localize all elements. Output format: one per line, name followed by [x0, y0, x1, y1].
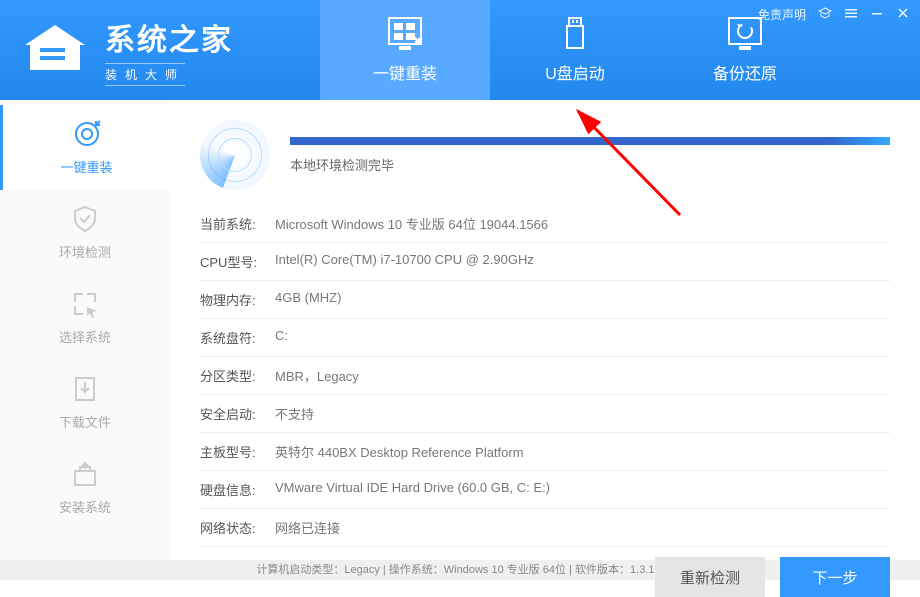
info-row: 物理内存:4GB (MHZ) — [200, 281, 890, 319]
install-icon — [70, 459, 100, 489]
body: 一键重装 环境检测 选择系统 下载文件 安装系统 本地环境检测完毕 当前 — [0, 100, 920, 560]
window-controls: 免责声明 — [758, 6, 910, 23]
shield-check-icon — [70, 204, 100, 234]
menu-icon[interactable] — [844, 6, 858, 23]
info-value: 网络已连接 — [275, 518, 890, 537]
info-row: 安全启动:不支持 — [200, 395, 890, 433]
sidebar-item-reinstall[interactable]: 一键重装 — [0, 105, 170, 190]
info-value: C: — [275, 328, 890, 347]
sidebar-item-label: 选择系统 — [59, 327, 111, 346]
tab-label: U盘启动 — [545, 60, 605, 84]
info-label: 系统盘符: — [200, 328, 275, 347]
info-value: 不支持 — [275, 404, 890, 423]
logo-subtitle: 装机大师 — [105, 63, 185, 86]
info-label: 物理内存: — [200, 290, 275, 309]
windows-reinstall-icon — [385, 16, 425, 52]
sidebar-item-label: 安装系统 — [59, 497, 111, 516]
header: 系统之家 装机大师 一键重装 U盘启动 — [0, 0, 920, 100]
select-square-icon — [70, 289, 100, 319]
logo-title: 系统之家 — [105, 15, 233, 59]
app-logo-icon — [20, 20, 90, 80]
info-label: 硬盘信息: — [200, 480, 275, 499]
target-icon — [72, 119, 102, 149]
progress-bar — [290, 137, 890, 145]
system-info-list: 当前系统:Microsoft Windows 10 专业版 64位 19044.… — [200, 205, 890, 547]
info-row: 分区类型:MBR，Legacy — [200, 357, 890, 395]
info-label: 当前系统: — [200, 214, 275, 233]
tab-label: 一键重装 — [373, 60, 437, 84]
disclaimer-link[interactable]: 免责声明 — [758, 6, 806, 23]
info-label: 网络状态: — [200, 518, 275, 537]
minimize-button[interactable] — [870, 6, 884, 23]
progress-status: 本地环境检测完毕 — [290, 155, 890, 174]
download-icon — [70, 374, 100, 404]
sidebar-item-install[interactable]: 安装系统 — [0, 445, 170, 530]
sidebar-item-label: 一键重装 — [60, 157, 112, 176]
info-row: 网络状态:网络已连接 — [200, 509, 890, 547]
info-value: 英特尔 440BX Desktop Reference Platform — [275, 442, 890, 461]
info-value: MBR，Legacy — [275, 366, 890, 385]
info-label: CPU型号: — [200, 252, 275, 271]
sidebar-item-env-check[interactable]: 环境检测 — [0, 190, 170, 275]
info-row: 硬盘信息:VMware Virtual IDE Hard Drive (60.0… — [200, 471, 890, 509]
info-row: 主板型号:英特尔 440BX Desktop Reference Platfor… — [200, 433, 890, 471]
next-button[interactable]: 下一步 — [780, 557, 890, 597]
info-value: Microsoft Windows 10 专业版 64位 19044.1566 — [275, 214, 890, 233]
usb-boot-icon — [555, 16, 595, 52]
tab-usb-boot[interactable]: U盘启动 — [490, 0, 660, 100]
tab-reinstall[interactable]: 一键重装 — [320, 0, 490, 100]
info-label: 主板型号: — [200, 442, 275, 461]
graduation-icon[interactable] — [818, 6, 832, 23]
logo-area: 系统之家 装机大师 — [0, 0, 320, 100]
info-label: 分区类型: — [200, 366, 275, 385]
sidebar-item-label: 下载文件 — [59, 412, 111, 431]
main-content: 本地环境检测完毕 当前系统:Microsoft Windows 10 专业版 6… — [170, 100, 920, 560]
radar-scan-icon — [200, 120, 270, 190]
info-row: CPU型号:Intel(R) Core(TM) i7-10700 CPU @ 2… — [200, 243, 890, 281]
info-value: VMware Virtual IDE Hard Drive (60.0 GB, … — [275, 480, 890, 499]
info-label: 安全启动: — [200, 404, 275, 423]
info-value: Intel(R) Core(TM) i7-10700 CPU @ 2.90GHz — [275, 252, 890, 271]
tab-label: 备份还原 — [713, 60, 777, 84]
sidebar-item-select-os[interactable]: 选择系统 — [0, 275, 170, 360]
recheck-button[interactable]: 重新检测 — [655, 557, 765, 597]
info-row: 当前系统:Microsoft Windows 10 专业版 64位 19044.… — [200, 205, 890, 243]
info-value: 4GB (MHZ) — [275, 290, 890, 309]
close-button[interactable] — [896, 6, 910, 23]
info-row: 系统盘符:C: — [200, 319, 890, 357]
sidebar-item-label: 环境检测 — [59, 242, 111, 261]
sidebar-item-download[interactable]: 下载文件 — [0, 360, 170, 445]
sidebar: 一键重装 环境检测 选择系统 下载文件 安装系统 — [0, 100, 170, 560]
